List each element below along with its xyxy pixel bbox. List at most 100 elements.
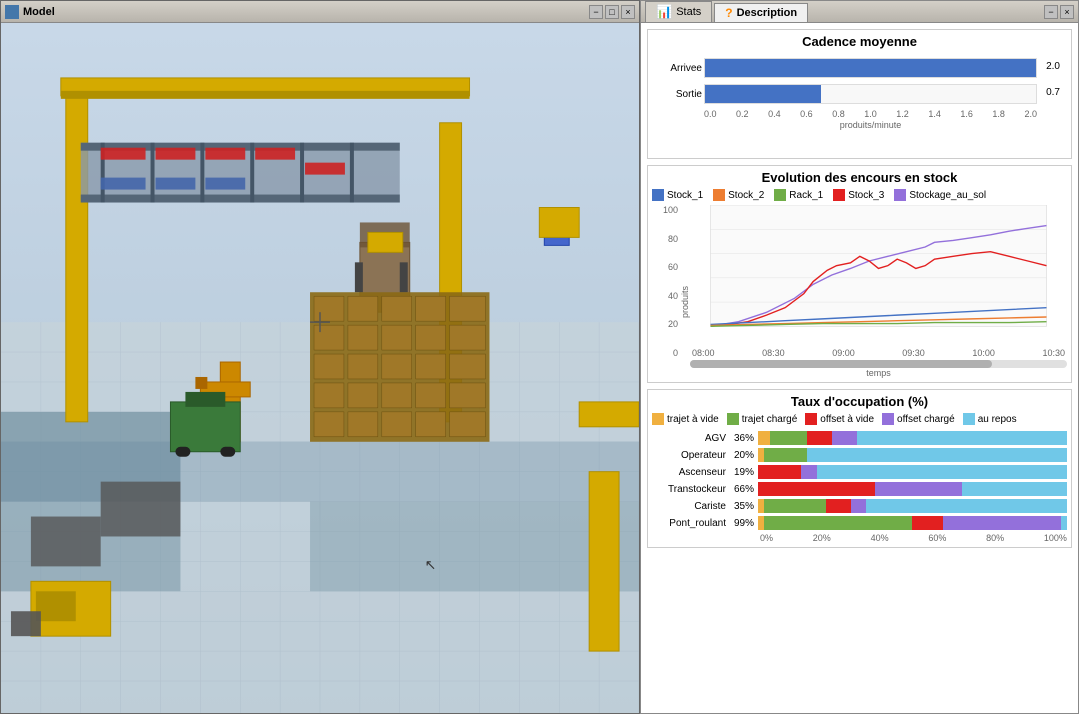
- legend-label-stockage: Stockage_au_sol: [909, 190, 986, 201]
- taux-row-ascenseur: Ascenseur19%: [652, 465, 1067, 479]
- taux-segment-2-3: [801, 465, 816, 479]
- taux-segment-5-4: [1061, 516, 1067, 530]
- taux-legend-au-repos: au repos: [963, 413, 1017, 425]
- taux-axis-60: 60%: [928, 533, 946, 543]
- tab-stats[interactable]: 📊 Stats: [645, 1, 712, 22]
- evolution-title: Evolution des encours en stock: [652, 170, 1067, 185]
- tab-description-label: Description: [737, 7, 798, 19]
- taux-label-trajet-charge: trajet chargé: [742, 414, 798, 425]
- cadence-axis-9: 1.8: [992, 109, 1005, 119]
- evolution-x-label: temps: [690, 368, 1067, 378]
- cadence-row-sortie: Sortie 0.7: [704, 83, 1037, 105]
- taux-bar-2: [758, 465, 1067, 479]
- taux-segment-0-0: [758, 431, 770, 445]
- legend-dot-stock1: [652, 189, 664, 201]
- legend-stock1: Stock_1: [652, 189, 703, 201]
- cadence-chart-area: Arrivee 2.0 Sortie 0.7 0.0: [652, 53, 1067, 154]
- cadence-axis-4: 0.8: [832, 109, 845, 119]
- evolution-section: Evolution des encours en stock Stock_1 S…: [647, 165, 1072, 383]
- taux-row-pct-1: 20%: [730, 450, 758, 461]
- evolution-scrollbar-thumb[interactable]: [690, 360, 992, 368]
- cadence-section: Cadence moyenne Arrivee 2.0 Sortie 0.7: [647, 29, 1072, 159]
- model-titlebar-left: Model: [5, 5, 55, 19]
- cadence-axis-8: 1.6: [960, 109, 973, 119]
- x-label-1000: 10:00: [972, 348, 995, 358]
- tab-description[interactable]: ? Description: [714, 3, 808, 22]
- model-titlebar: Model − □ ×: [1, 1, 639, 23]
- taux-section: Taux d'occupation (%) trajet à vide traj…: [647, 389, 1072, 548]
- cadence-row-arrivee: Arrivee 2.0: [704, 57, 1037, 79]
- cadence-val-sortie: 0.7: [1046, 87, 1060, 98]
- taux-row-label-2: Ascenseur: [652, 467, 730, 478]
- taux-segment-4-2: [826, 499, 851, 513]
- evolution-legend: Stock_1 Stock_2 Rack_1 Stock_3 Stockage_…: [652, 189, 1067, 201]
- taux-row-cariste: Cariste35%: [652, 499, 1067, 513]
- taux-row-pct-3: 66%: [730, 484, 758, 495]
- taux-bar-4: [758, 499, 1067, 513]
- taux-row-label-3: Transtockeur: [652, 484, 730, 495]
- cadence-bar-arrivee: [705, 59, 1036, 77]
- model-minimize-btn[interactable]: −: [589, 5, 603, 19]
- taux-row-pct-2: 19%: [730, 467, 758, 478]
- taux-segment-3-3: [875, 482, 962, 496]
- cadence-axis-2: 0.4: [768, 109, 781, 119]
- y-axis-unit: produits: [680, 285, 690, 317]
- x-label-0800: 08:00: [692, 348, 715, 358]
- evolution-scrollbar[interactable]: [690, 360, 1067, 368]
- taux-segment-3-2: [758, 482, 875, 496]
- legend-stock2: Stock_2: [713, 189, 764, 201]
- taux-row-label-4: Cariste: [652, 501, 730, 512]
- taux-legend-trajet-charge: trajet chargé: [727, 413, 798, 425]
- model-close-btn[interactable]: ×: [621, 5, 635, 19]
- taux-title: Taux d'occupation (%): [652, 394, 1067, 409]
- model-panel: Model − □ ×: [0, 0, 640, 714]
- taux-segment-4-3: [851, 499, 866, 513]
- cadence-axis: 0.0 0.2 0.4 0.6 0.8 1.0 1.2 1.4 1.6 1.8 …: [704, 109, 1037, 119]
- taux-row-label-1: Operateur: [652, 450, 730, 461]
- taux-segment-5-3: [943, 516, 1060, 530]
- evolution-x-axis: 08:00 08:30 09:00 09:30 10:00 10:30: [690, 348, 1067, 358]
- cadence-axis-10: 2.0: [1024, 109, 1037, 119]
- taux-legend-offset-charge: offset chargé: [882, 413, 955, 425]
- taux-legend: trajet à vide trajet chargé offset à vid…: [652, 413, 1067, 425]
- x-label-0930: 09:30: [902, 348, 925, 358]
- y-label-0: 0: [652, 348, 678, 358]
- taux-segment-0-2: [807, 431, 832, 445]
- taux-dot-offset-charge: [882, 413, 894, 425]
- cadence-axis-0: 0.0: [704, 109, 717, 119]
- taux-dot-offset-vide: [805, 413, 817, 425]
- taux-axis-80: 80%: [986, 533, 1004, 543]
- cadence-title: Cadence moyenne: [652, 34, 1067, 49]
- legend-stockage: Stockage_au_sol: [894, 189, 986, 201]
- taux-segment-4-4: [866, 499, 1067, 513]
- y-label-80: 80: [652, 234, 678, 244]
- svg-text:↖: ↖: [425, 556, 437, 572]
- taux-segment-5-2: [912, 516, 943, 530]
- taux-segment-2-2: [758, 465, 801, 479]
- taux-bar-1: [758, 448, 1067, 462]
- taux-segment-3-4: [962, 482, 1067, 496]
- legend-label-stock3: Stock_3: [848, 190, 884, 201]
- taux-axis-0: 0%: [760, 533, 773, 543]
- legend-label-rack1: Rack_1: [789, 190, 823, 201]
- model-scene[interactable]: ↖: [1, 23, 639, 713]
- legend-label-stock1: Stock_1: [667, 190, 703, 201]
- cadence-axis-3: 0.6: [800, 109, 813, 119]
- y-label-60: 60: [652, 262, 678, 272]
- tab-strip: 📊 Stats ? Description: [645, 1, 808, 22]
- stats-minimize-btn[interactable]: −: [1044, 5, 1058, 19]
- taux-axis-40: 40%: [871, 533, 889, 543]
- cadence-bar-bg-arrivee: 2.0: [704, 58, 1037, 78]
- cadence-axis-7: 1.4: [928, 109, 941, 119]
- model-maximize-btn[interactable]: □: [605, 5, 619, 19]
- taux-row-transtockeur: Transtockeur66%: [652, 482, 1067, 496]
- stats-close-btn[interactable]: ×: [1060, 5, 1074, 19]
- taux-segment-0-3: [832, 431, 857, 445]
- taux-dot-trajet-charge: [727, 413, 739, 425]
- cadence-axis-1: 0.2: [736, 109, 749, 119]
- taux-bar-0: [758, 431, 1067, 445]
- evolution-y-axis: 100 80 60 40 20 0: [652, 205, 680, 378]
- right-panel: 📊 Stats ? Description − × Cadence moyenn…: [640, 0, 1079, 714]
- taux-label-offset-charge: offset chargé: [897, 414, 955, 425]
- taux-row-pont_roulant: Pont_roulant99%: [652, 516, 1067, 530]
